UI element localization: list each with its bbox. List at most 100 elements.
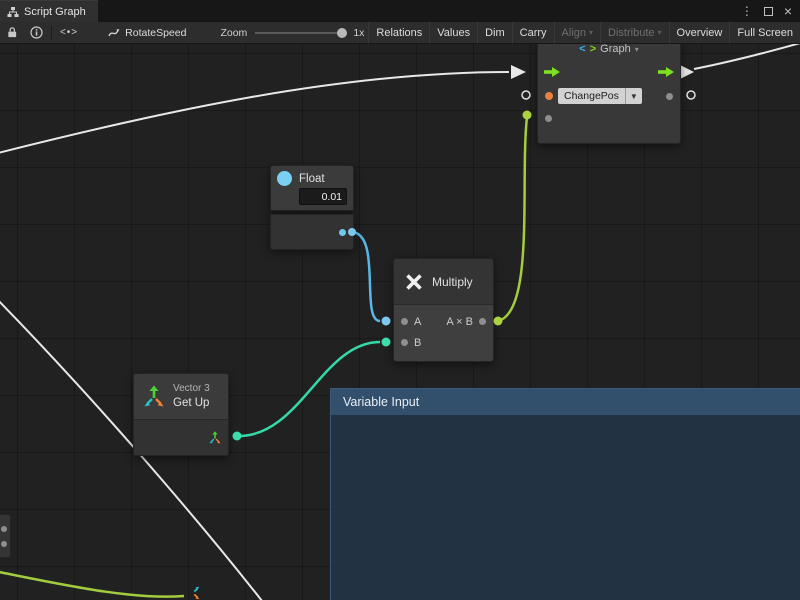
tab-script-graph[interactable]: Script Graph: [0, 0, 98, 22]
graph-asset[interactable]: RotateSpeed: [108, 27, 186, 39]
graph-canvas[interactable]: Variable Input <> Graph ▾: [0, 44, 800, 600]
zoom-value: 1x: [353, 27, 364, 39]
vector-node-header[interactable]: Vector 3 Get Up: [134, 374, 228, 419]
wire-dot-teal: [382, 338, 391, 347]
close-icon[interactable]: ×: [784, 4, 792, 18]
input-b-port[interactable]: [401, 339, 408, 346]
multiply-node-ports: A A × B B: [394, 304, 493, 361]
flow-input-arrow-icon[interactable]: [544, 67, 560, 77]
variable-select-value: ChangePos: [558, 90, 625, 102]
group-variable-input[interactable]: Variable Input: [330, 388, 800, 600]
multiply-node-title: Multiply: [432, 275, 473, 289]
float-node-header[interactable]: Float 0.01: [270, 165, 354, 211]
wire-float-to-multiply: [352, 232, 380, 321]
overview-button[interactable]: Overview: [669, 22, 730, 44]
group-title: Variable Input: [343, 395, 419, 409]
lock-icon[interactable]: [0, 22, 24, 44]
multiply-node-header[interactable]: Multiply: [394, 259, 493, 304]
vector3-output-port-icon[interactable]: [208, 431, 222, 445]
script-graph-icon: [7, 6, 19, 18]
maximize-icon[interactable]: [764, 7, 773, 16]
chevron-down-icon: ▾: [635, 45, 639, 54]
variable-select[interactable]: ChangePos ▼: [558, 88, 642, 104]
chevron-down-icon: ▾: [658, 28, 662, 37]
button-label: Carry: [520, 27, 547, 39]
button-label: Overview: [677, 27, 723, 39]
input-a-port[interactable]: [401, 318, 408, 325]
float-value-input[interactable]: 0.01: [299, 188, 347, 205]
align-dropdown[interactable]: Align▾: [554, 22, 600, 44]
node-float[interactable]: Float 0.01: [270, 165, 354, 250]
wire-white-main: [0, 72, 509, 154]
button-label: Values: [437, 27, 470, 39]
unconnected-port-ring: [687, 91, 695, 99]
vector-node-ports: [134, 419, 228, 455]
dim-button[interactable]: Dim: [477, 22, 512, 44]
distribute-dropdown[interactable]: Distribute ▾: [600, 22, 668, 44]
graph-toolbar: <•> RotateSpeed Zoom 1x Relations Values…: [0, 22, 800, 44]
tab-title: Script Graph: [24, 6, 86, 18]
unity-script-graph-window: Script Graph ⋮ × <•>: [0, 0, 800, 600]
chevron-down-icon: ▼: [625, 88, 642, 104]
port-dot[interactable]: [1, 541, 7, 547]
graph-icon: >: [590, 44, 596, 55]
float-output-port[interactable]: [339, 229, 346, 236]
zoom-slider-track: [255, 32, 347, 34]
input-a-label: A: [414, 316, 421, 328]
vector-node-title: Get Up: [173, 396, 210, 410]
zoom-slider-handle[interactable]: [337, 28, 347, 38]
relations-button[interactable]: Relations: [368, 22, 429, 44]
node-clipped-left-edge[interactable]: [0, 514, 11, 558]
node-vector3-get-up[interactable]: Vector 3 Get Up: [133, 373, 229, 456]
variable-port-row: ChangePos ▼: [538, 85, 680, 107]
wire-dot-green: [523, 111, 532, 120]
wire-dot-green: [494, 317, 503, 326]
float-node-title: Float: [299, 173, 325, 185]
button-label: Full Screen: [737, 27, 793, 39]
wire-end-vector-icon[interactable]: [185, 585, 201, 600]
port-row-a: A A × B: [394, 311, 493, 332]
info-icon[interactable]: [24, 22, 49, 44]
graph-node-header[interactable]: <> Graph ▾: [538, 44, 680, 59]
button-label: Align: [562, 27, 586, 39]
extra-port-row: [538, 107, 680, 129]
vector3-icon: [142, 385, 166, 409]
zoom-slider[interactable]: [255, 22, 347, 44]
flow-output-arrow-icon[interactable]: [658, 67, 674, 77]
toolbar-divider: [51, 26, 52, 40]
full-screen-button[interactable]: Full Screen: [729, 22, 800, 44]
multiply-icon: [404, 272, 424, 292]
wire-arrow-out: [680, 65, 694, 79]
wire-white-exit: [694, 44, 800, 69]
value-input-port[interactable]: [545, 115, 552, 122]
node-multiply[interactable]: Multiply A A × B B: [393, 258, 494, 362]
window-controls: ⋮ ×: [741, 0, 800, 22]
node-graph-unit[interactable]: <> Graph ▾ ChangePos ▼: [537, 44, 681, 144]
chevron-down-icon: ▾: [589, 28, 593, 37]
zoom-label: Zoom: [220, 27, 247, 39]
float-node-ports: [270, 214, 354, 250]
toolbar-buttons: Relations Values Dim Carry Align▾ Distri…: [368, 22, 800, 44]
graph-node-title: Graph: [600, 44, 631, 55]
port-dot[interactable]: [1, 526, 7, 532]
button-label: Dim: [485, 27, 505, 39]
group-header[interactable]: Variable Input: [331, 389, 800, 415]
button-label: Relations: [376, 27, 422, 39]
output-label: A × B: [446, 316, 473, 328]
window-menu-icon[interactable]: ⋮: [741, 4, 753, 18]
wire-arrow-in: [511, 65, 526, 79]
flow-ports-row: [538, 59, 680, 85]
edit-graph-icon[interactable]: <•>: [54, 22, 84, 44]
value-output-port[interactable]: [666, 93, 673, 100]
wire-dot-teal: [233, 432, 242, 441]
graph-asset-icon: [108, 27, 120, 39]
values-button[interactable]: Values: [429, 22, 477, 44]
button-label: Distribute: [608, 27, 654, 39]
value-input-port[interactable]: [545, 92, 553, 100]
unconnected-port-ring: [522, 91, 530, 99]
wire-dot-blue: [382, 317, 391, 326]
vector-node-type: Vector 3: [173, 383, 210, 396]
graph-name-label: RotateSpeed: [125, 27, 186, 39]
carry-button[interactable]: Carry: [512, 22, 554, 44]
output-port[interactable]: [479, 318, 486, 325]
